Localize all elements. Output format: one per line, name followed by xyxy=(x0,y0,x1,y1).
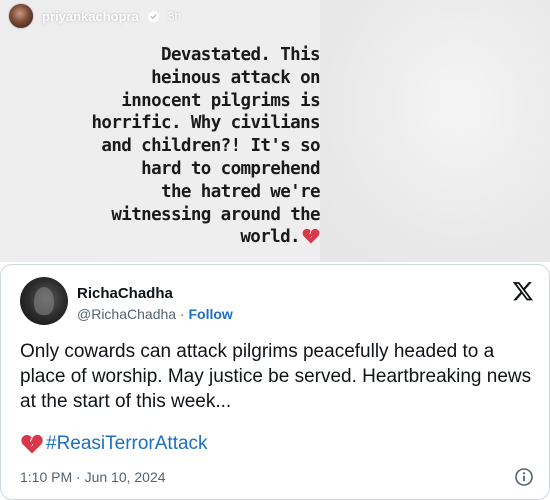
story-text-line: innocent pilgrims is xyxy=(121,90,320,111)
story-text-line: hard to comprehend xyxy=(141,158,320,179)
story-text-block: Devastated. This heinous attack on innoc… xyxy=(60,44,320,249)
story-text-line: the hatred we're xyxy=(161,181,321,202)
separator-dot: · xyxy=(176,306,189,322)
tweet-timestamp[interactable]: 1:10 PM · Jun 10, 2024 xyxy=(20,469,166,485)
tweet-card: RichaChadha @RichaChadha · Follow Only c… xyxy=(0,264,550,500)
story-text-line: and children?! It's so xyxy=(101,136,320,157)
story-text-line: witnessing around the xyxy=(111,204,320,225)
broken-heart-icon xyxy=(20,434,44,454)
verified-badge-icon xyxy=(147,10,160,23)
story-username[interactable]: priyankachopra xyxy=(42,9,139,24)
story-background-blur xyxy=(320,0,550,262)
display-name[interactable]: RichaChadha xyxy=(77,285,173,302)
x-logo-icon[interactable] xyxy=(512,280,534,302)
story-text-line: world. xyxy=(240,227,300,248)
avatar[interactable] xyxy=(20,277,68,325)
hashtag-link[interactable]: #ReasiTerrorAttack xyxy=(20,433,208,455)
story-text-line: heinous attack on xyxy=(151,67,321,88)
story-header: priyankachopra 3h xyxy=(8,3,181,29)
user-handle[interactable]: @RichaChadha xyxy=(77,306,176,322)
hashtag-text[interactable]: #ReasiTerrorAttack xyxy=(46,433,208,455)
story-text-line-last: world. xyxy=(60,226,320,249)
instagram-story: priyankachopra 3h Devastated. This heino… xyxy=(0,0,550,262)
follow-button[interactable]: Follow xyxy=(189,306,233,322)
story-avatar[interactable] xyxy=(8,3,34,29)
story-timestamp: 3h xyxy=(167,9,182,23)
story-text-line: horrific. Why civilians xyxy=(91,113,320,134)
info-icon[interactable] xyxy=(514,467,534,487)
tweet-text: Only cowards can attack pilgrims peacefu… xyxy=(20,341,532,412)
user-subline: @RichaChadha · Follow xyxy=(77,306,233,322)
broken-heart-icon xyxy=(302,228,320,244)
story-text-line: Devastated. This xyxy=(161,45,321,65)
